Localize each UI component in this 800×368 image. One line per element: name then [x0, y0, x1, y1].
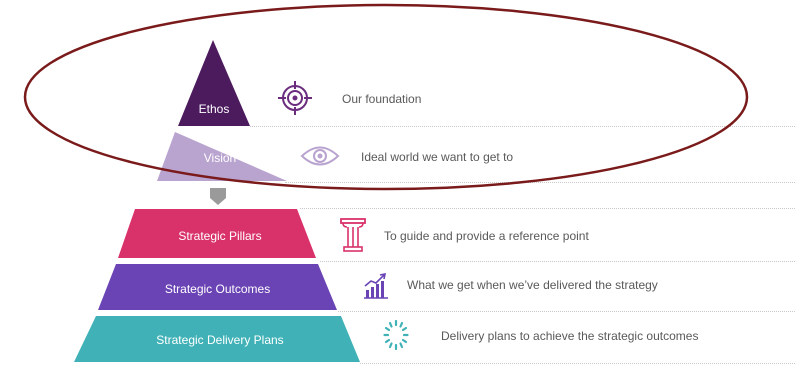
pyramid-diagram: Ethos Vision Strategic Pillars Strategic…	[0, 0, 800, 368]
highlight-ellipse	[23, 3, 749, 191]
